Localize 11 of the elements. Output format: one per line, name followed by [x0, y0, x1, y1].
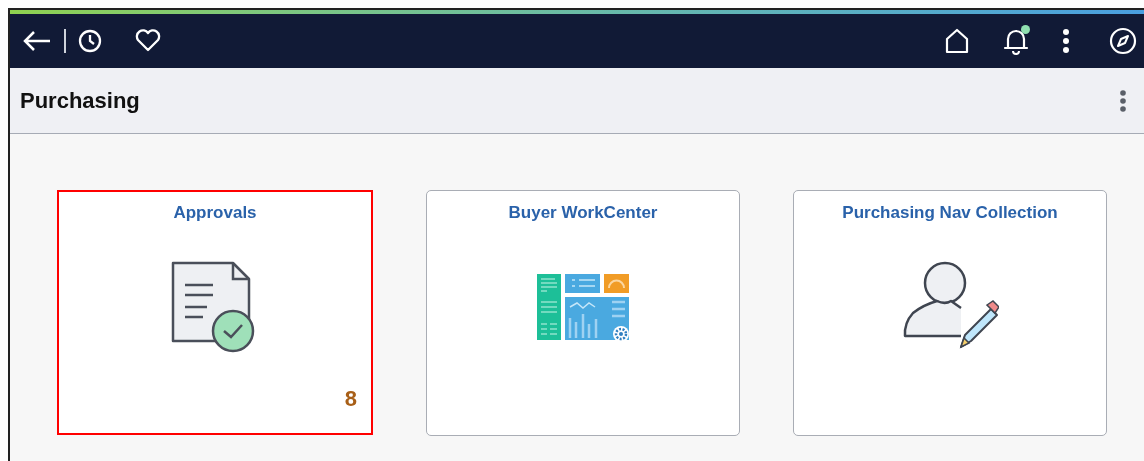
tile-title: Purchasing Nav Collection — [842, 202, 1058, 224]
dashboard-icon — [537, 274, 629, 343]
tile-count: 8 — [344, 385, 357, 413]
tile[interactable]: Purchasing Nav Collection — [793, 190, 1107, 436]
compass-icon[interactable] — [1108, 26, 1138, 56]
tile-title: Approvals — [173, 202, 257, 224]
page-title: Purchasing — [20, 87, 140, 115]
clock-icon[interactable] — [76, 27, 104, 55]
tile[interactable]: Approvals 8 — [57, 190, 373, 435]
tile-title: Buyer WorkCenter — [508, 202, 658, 224]
tile[interactable]: Buyer WorkCenter — [426, 190, 740, 436]
